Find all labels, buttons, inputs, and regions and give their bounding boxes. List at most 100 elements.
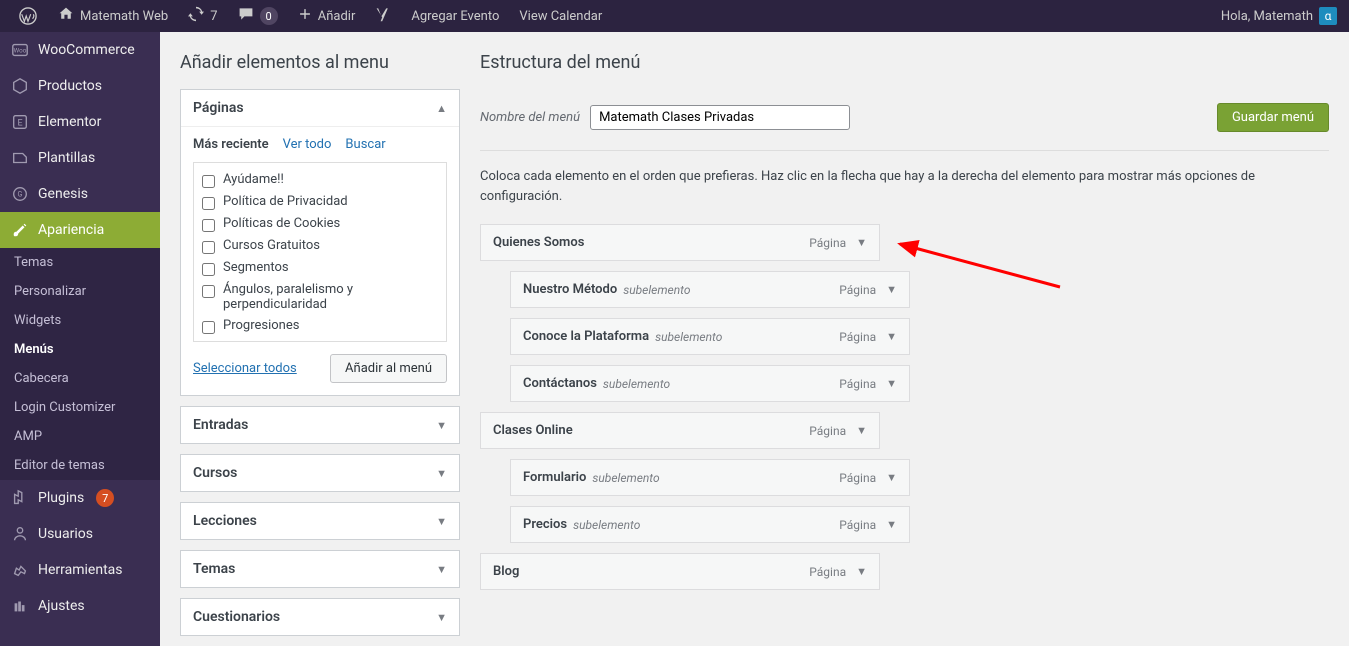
admin-sidebar: WooWooCommerceProductosEElementorPlantil… [0,32,160,646]
submenu-item-amp[interactable]: AMP [0,422,160,451]
updates-count: 7 [210,9,217,24]
page-checkbox-item[interactable]: Políticas de Cookies [202,213,438,235]
chevron-down-icon: ▼ [436,467,447,480]
pages-checklist[interactable]: Ayúdame!!Política de PrivacidadPolíticas… [193,162,447,342]
menu-icon: G [10,184,30,204]
page-checkbox[interactable] [202,241,215,254]
menu-item[interactable]: BlogPágina▼ [480,553,880,590]
submenu-item-editor-de-temas[interactable]: Editor de temas [0,451,160,480]
add-to-menu-button[interactable]: Añadir al menú [330,354,447,383]
svg-text:Woo: Woo [14,47,27,55]
submenu-item-cabecera[interactable]: Cabecera [0,364,160,393]
add-label: Añadir [318,9,356,24]
accordion-cursos[interactable]: Cursos▼ [181,455,459,491]
accordion-entradas[interactable]: Entradas▼ [181,407,459,443]
chevron-down-icon: ▼ [436,419,447,432]
chevron-down-icon[interactable]: ▼ [886,283,897,296]
wp-logo[interactable] [8,0,48,32]
sidebar-label: Apariencia [38,222,104,238]
chevron-down-icon[interactable]: ▼ [886,471,897,484]
menu-item[interactable]: FormulariosubelementoPágina▼ [510,459,910,496]
sidebar-item-ajustes[interactable]: Ajustes [0,588,160,624]
accordion-cuestionarios[interactable]: Cuestionarios▼ [181,599,459,635]
avatar[interactable]: α [1319,7,1337,25]
page-checkbox-item[interactable]: Política de Privacidad [202,191,438,213]
menu-item[interactable]: ContáctanossubelementoPágina▼ [510,365,910,402]
chevron-down-icon: ▼ [436,563,447,576]
chevron-down-icon[interactable]: ▼ [856,236,867,249]
menu-icon [10,524,30,544]
menu-name-label: Nombre del menú [480,110,580,125]
page-checkbox-item[interactable]: Cursos Gratuitos [202,235,438,257]
admin-toolbar: Matemath Web 7 0 Añadir Agregar Evento V… [0,0,1349,32]
sidebar-item-plugins[interactable]: Plugins7 [0,480,160,516]
sidebar-item-woocommerce[interactable]: WooWooCommerce [0,32,160,68]
yoast-link[interactable] [365,0,401,32]
sidebar-item-usuarios[interactable]: Usuarios [0,516,160,552]
accordion-lecciones[interactable]: Lecciones▼ [181,503,459,539]
submenu-item-widgets[interactable]: Widgets [0,306,160,335]
help-text: Coloca cada elemento en el orden que pre… [480,167,1329,206]
accordion-temas[interactable]: Temas▼ [181,551,459,587]
tab-search[interactable]: Buscar [345,137,385,152]
view-calendar[interactable]: View Calendar [509,0,612,32]
site-link[interactable]: Matemath Web [48,0,178,32]
page-checkbox[interactable] [202,175,215,188]
menu-item[interactable]: Conoce la PlataformasubelementoPágina▼ [510,318,910,355]
pages-tabs: Más reciente Ver todo Buscar [193,137,447,152]
pages-metabox-header[interactable]: Páginas ▲ [181,90,459,126]
submenu-item-menús[interactable]: Menús [0,335,160,364]
sidebar-item-herramientas[interactable]: Herramientas [0,552,160,588]
chevron-down-icon[interactable]: ▼ [856,424,867,437]
add-new[interactable]: Añadir [288,0,366,32]
comments-link[interactable]: 0 [228,0,288,32]
save-menu-button[interactable]: Guardar menú [1217,103,1329,132]
add-event[interactable]: Agregar Evento [401,0,509,32]
page-checkbox[interactable] [202,263,215,276]
page-checkbox-item[interactable]: Progresiones [202,315,438,337]
submenu-item-login-customizer[interactable]: Login Customizer [0,393,160,422]
home-icon [58,6,74,26]
chevron-down-icon[interactable]: ▼ [886,377,897,390]
tab-recent[interactable]: Más reciente [193,137,269,152]
page-checkbox[interactable] [202,219,215,232]
submenu-item-personalizar[interactable]: Personalizar [0,277,160,306]
svg-text:G: G [18,190,23,199]
sidebar-item-elementor[interactable]: EElementor [0,104,160,140]
menu-icon [10,148,30,168]
menu-item[interactable]: Clases OnlinePágina▼ [480,412,880,449]
heading-add-elements: Añadir elementos al menu [180,52,460,73]
updates-link[interactable]: 7 [178,0,227,32]
user-greeting[interactable]: Hola, Matemath [1221,9,1313,24]
menu-item[interactable]: Nuestro MétodosubelementoPágina▼ [510,271,910,308]
menu-name-input[interactable] [590,105,850,130]
update-icon [188,6,204,26]
chevron-down-icon[interactable]: ▼ [886,518,897,531]
chevron-down-icon: ▼ [436,611,447,624]
menu-icon [10,76,30,96]
sidebar-item-productos[interactable]: Productos [0,68,160,104]
page-checkbox[interactable] [202,285,215,298]
page-checkbox[interactable] [202,197,215,210]
chevron-down-icon[interactable]: ▼ [856,565,867,578]
sidebar-item-plantillas[interactable]: Plantillas [0,140,160,176]
page-checkbox-item[interactable]: Ángulos, paralelismo y perpendicularidad [202,279,438,315]
tab-all[interactable]: Ver todo [283,137,332,152]
plugin-count-badge: 7 [96,489,114,507]
pages-metabox: Páginas ▲ Más reciente Ver todo Buscar A… [180,89,460,396]
sidebar-item-genesis[interactable]: GGenesis [0,176,160,212]
menu-item[interactable]: PreciossubelementoPágina▼ [510,506,910,543]
yoast-icon [375,6,391,26]
menu-icon: E [10,112,30,132]
page-checkbox-item[interactable]: Ayúdame!! [202,169,438,191]
menu-icon [10,488,30,508]
comment-icon [238,6,254,26]
select-all-link[interactable]: Seleccionar todos [193,361,297,376]
page-checkbox[interactable] [202,321,215,334]
menu-item[interactable]: Quienes SomosPágina▼ [480,224,880,261]
chevron-up-icon: ▲ [436,102,447,115]
page-checkbox-item[interactable]: Segmentos [202,257,438,279]
sidebar-item-appearance[interactable]: Apariencia [0,212,160,248]
submenu-item-temas[interactable]: Temas [0,248,160,277]
chevron-down-icon[interactable]: ▼ [886,330,897,343]
